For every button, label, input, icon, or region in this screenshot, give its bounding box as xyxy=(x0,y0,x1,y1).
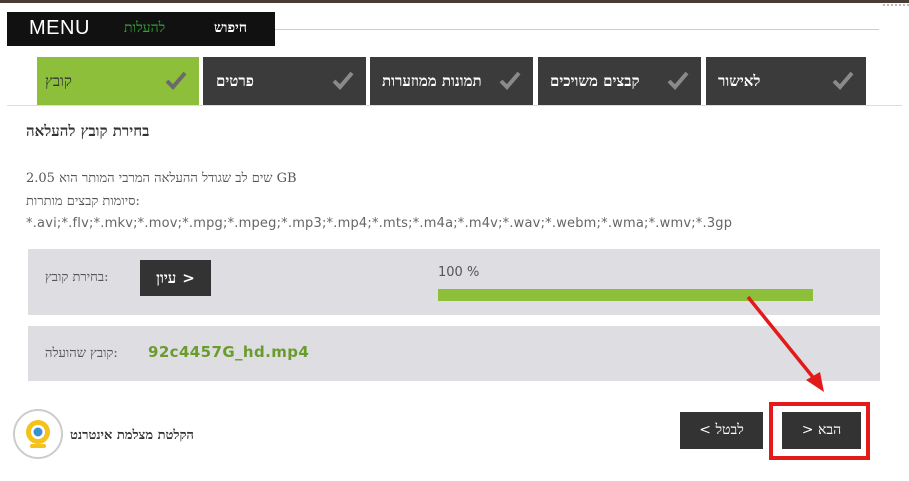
webcam-icon xyxy=(26,420,50,448)
checkmark-icon xyxy=(499,70,521,90)
webcam-button[interactable] xyxy=(13,409,63,459)
step-tab-label: קובץ xyxy=(45,72,72,90)
upload-page: MENU להעלות חיפוש קובץ פרטים תמונות ממוז… xyxy=(0,0,909,481)
uploaded-file-box: קובץ שהועלה: 92c4457G_hd.mp4 xyxy=(28,326,880,381)
step-tab-details[interactable]: פרטים xyxy=(203,57,366,105)
checkmark-icon xyxy=(332,70,354,90)
progress-bar-fill xyxy=(438,289,813,301)
checkmark-icon xyxy=(667,70,689,90)
browse-button[interactable]: עיון > xyxy=(140,260,211,296)
allowed-extensions-list: *.avi;*.flv;*.mkv;*.mov;*.mpg;*.mpeg;*.m… xyxy=(26,216,733,231)
step-tab-thumbnails[interactable]: תמונות ממוזערות xyxy=(370,57,533,105)
panel-title: בחירת קובץ להעלאה xyxy=(26,122,150,140)
step-tab-label: תמונות ממוזערות xyxy=(382,72,482,90)
browse-label: עיון xyxy=(156,268,177,287)
step-tab-file[interactable]: קובץ xyxy=(37,57,199,105)
menu-button[interactable]: MENU xyxy=(29,17,90,40)
allowed-extensions-label: סיומות קבצים מותרות: xyxy=(26,194,140,209)
checkmark-icon xyxy=(832,70,854,90)
step-tab-approval[interactable]: לאישור xyxy=(706,57,866,105)
file-select-box: בחירת קובץ: עיון > 100 % xyxy=(28,249,880,315)
progress-percent: 100 % xyxy=(438,265,480,280)
step-tab-label: פרטים xyxy=(216,72,254,90)
next-highlight-frame xyxy=(769,402,870,460)
search-link[interactable]: חיפוש xyxy=(214,20,247,37)
uploaded-file-label: קובץ שהועלה: xyxy=(45,346,118,361)
upload-link[interactable]: להעלות xyxy=(124,20,165,37)
step-tab-related-files[interactable]: קבצים משויכים xyxy=(538,57,701,105)
chevron-right-icon: > xyxy=(182,269,195,287)
webcam-label[interactable]: הקלטת מצלמת אינטרנט xyxy=(70,427,194,443)
step-tab-label: לאישור xyxy=(718,72,761,90)
upload-panel: בחירת קובץ להעלאה שים לב שגודל ההעלאה המ… xyxy=(7,105,902,399)
uploaded-file-name: 92c4457G_hd.mp4 xyxy=(148,343,310,361)
choose-file-label: בחירת קובץ: xyxy=(45,270,109,285)
max-size-note: שים לב שגודל ההעלאה המרבי המותר הוא 2.05… xyxy=(26,171,297,186)
menu-bar: MENU להעלות חיפוש xyxy=(7,12,275,46)
step-tab-label: קבצים משויכים xyxy=(550,72,640,90)
top-marks xyxy=(883,4,909,14)
top-border xyxy=(0,0,909,6)
header-rule xyxy=(275,29,879,30)
progress-bar xyxy=(438,289,813,301)
cancel-button[interactable]: < לבטל xyxy=(680,412,763,449)
checkmark-icon xyxy=(165,70,187,90)
